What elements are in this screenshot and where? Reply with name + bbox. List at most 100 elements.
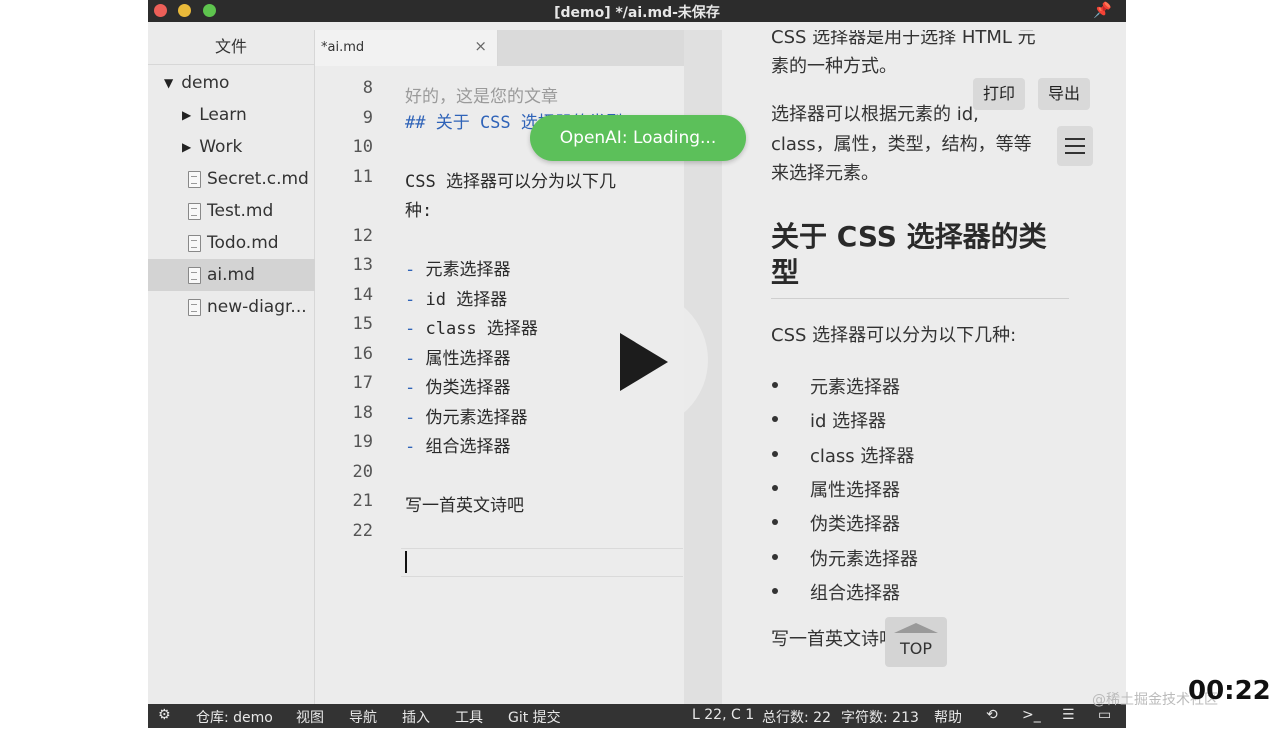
line-text: - 属性选择器 (405, 349, 511, 369)
list-item: id 选择器 (810, 411, 887, 432)
preview-last-paragraph: 写一首英文诗吧 (771, 629, 897, 650)
expanded-triangle-icon: ▼ (164, 76, 174, 90)
line-number: 9 (362, 108, 373, 128)
file-icon (188, 266, 201, 284)
line-number: 17 (352, 373, 373, 393)
menu-git-commit[interactable]: Git 提交 (508, 707, 561, 727)
line-text: - 元素选择器 (405, 260, 511, 280)
preview-paragraph-line: 来选择元素。 (771, 163, 879, 184)
active-line-highlight (401, 548, 683, 577)
line-number: 22 (352, 521, 373, 541)
file-tree-sidebar: 文件 ▼ demo ▶ Learn ▶ Work Secret.c.md Tes… (148, 30, 354, 704)
repo-label[interactable]: 仓库: demo (196, 707, 273, 727)
line-number: 20 (352, 462, 373, 482)
tree-item-label: Todo.md (207, 233, 279, 253)
tree-item-label: new-diagr... (207, 297, 307, 317)
heading-rule (771, 298, 1069, 299)
pin-icon[interactable]: 📌 (1093, 1, 1112, 19)
list-icon[interactable]: ☰ (1062, 707, 1075, 723)
toc-list-icon[interactable] (1057, 126, 1093, 166)
list-item: class 选择器 (810, 446, 915, 467)
diagram-file-icon (188, 298, 201, 316)
line-text: 写一首英文诗吧 (405, 496, 524, 516)
list-item: 属性选择器 (810, 480, 900, 501)
help-menu[interactable]: 帮助 (934, 707, 962, 727)
collapsed-triangle-icon: ▶ (182, 108, 192, 122)
tree-item-label: Work (199, 137, 243, 157)
list-item: 伪类选择器 (810, 514, 900, 535)
play-icon[interactable] (620, 333, 668, 391)
close-tab-icon[interactable]: × (474, 37, 487, 55)
line-number: 11 (352, 167, 373, 187)
line-number: 8 (362, 78, 373, 98)
file-icon (188, 202, 201, 220)
list-item: 伪元素选择器 (810, 549, 918, 570)
collapsed-triangle-icon: ▶ (182, 140, 192, 154)
line-number: 13 (352, 255, 373, 275)
line-text: CSS 选择器可以分为以下几 (405, 172, 616, 192)
markdown-preview: CSS 选择器是用于选择 HTML 元 素的一种方式。 选择器可以根据元素的 i… (722, 30, 1126, 704)
settings-gear-icon[interactable]: ⚙ (158, 707, 171, 723)
line-number: 12 (352, 226, 373, 246)
menu-insert[interactable]: 插入 (402, 707, 430, 727)
char-count: 字符数: 213 (841, 710, 919, 726)
line-text: 种: (405, 201, 433, 221)
preview-paragraph: CSS 选择器可以分为以下几种: (771, 325, 1017, 346)
preview-intro-line1: CSS 选择器是用于选择 HTML 元 (771, 30, 1036, 48)
line-count: 总行数: 22 (762, 710, 831, 726)
history-icon[interactable]: ⟲ (986, 707, 998, 723)
title-bar: [demo] */ai.md-未保存 📌 (148, 0, 1126, 22)
line-text: - 伪元素选择器 (405, 408, 528, 428)
tab-label: *ai.md (321, 40, 365, 55)
tree-item-label: Learn (199, 105, 247, 125)
list-bullet (772, 416, 778, 422)
line-number: 10 (352, 137, 373, 157)
video-timestamp: 00:22 (1188, 676, 1271, 706)
list-bullet (772, 451, 778, 457)
window-title: [demo] */ai.md-未保存 (554, 5, 720, 21)
preview-paragraph-line: class，属性，类型，结构，等等 (771, 134, 1032, 155)
menu-navigate[interactable]: 导航 (349, 707, 377, 727)
menu-view[interactable]: 视图 (296, 707, 324, 727)
list-bullet (772, 554, 778, 560)
line-text: - 伪类选择器 (405, 378, 511, 398)
up-arrow-icon (894, 623, 938, 633)
tree-item-label: Secret.c.md (207, 169, 309, 189)
list-bullet (772, 519, 778, 525)
app-window: [demo] */ai.md-未保存 📌 文件 ▼ demo ▶ Learn ▶… (148, 0, 1126, 728)
line-text: - id 选择器 (405, 290, 508, 310)
line-number: 21 (352, 491, 373, 511)
tree-item-label: Test.md (207, 201, 274, 221)
list-item: 组合选择器 (810, 583, 900, 604)
preview-paragraph-line: 选择器可以根据元素的 id, (771, 104, 979, 125)
tab-bar: *ai.md × (315, 30, 684, 66)
export-button[interactable]: 导出 (1038, 78, 1091, 110)
scroll-to-top-button[interactable]: TOP (885, 617, 947, 667)
tab-bar-empty (498, 30, 684, 66)
file-icon (188, 170, 201, 188)
tab-ai-md[interactable]: *ai.md × (315, 30, 498, 66)
line-number: 19 (352, 432, 373, 452)
sidebar-header: 文件 (148, 30, 314, 65)
top-button-label: TOP (899, 639, 932, 658)
openai-loading-toast: OpenAI: Loading... (530, 115, 746, 161)
partial-line-text: 好的，这是您的文章 (405, 87, 558, 107)
tree-item-label: ai.md (207, 265, 255, 285)
line-text: - class 选择器 (405, 319, 538, 339)
file-icon (188, 234, 201, 252)
line-number: 18 (352, 403, 373, 423)
text-caret (405, 551, 407, 573)
tree-folder-demo[interactable]: ▼ demo (148, 67, 330, 99)
terminal-icon[interactable]: >_ (1022, 707, 1041, 723)
line-number: 14 (352, 285, 373, 305)
status-bar: ⚙ 仓库: demo 视图 导航 插入 工具 Git 提交 L 22, C 1 … (148, 704, 1126, 728)
preview-toggle-icon[interactable]: ▭ (1098, 707, 1111, 723)
preview-intro-line2: 素的一种方式。 (771, 56, 897, 77)
tree-item-label: demo (181, 73, 230, 93)
list-bullet (772, 382, 778, 388)
preview-heading-line1: 关于 CSS 选择器的类 (771, 220, 1047, 253)
list-bullet (772, 485, 778, 491)
menu-tools[interactable]: 工具 (455, 707, 483, 727)
line-text: - 组合选择器 (405, 437, 511, 457)
print-button[interactable]: 打印 (973, 78, 1026, 110)
